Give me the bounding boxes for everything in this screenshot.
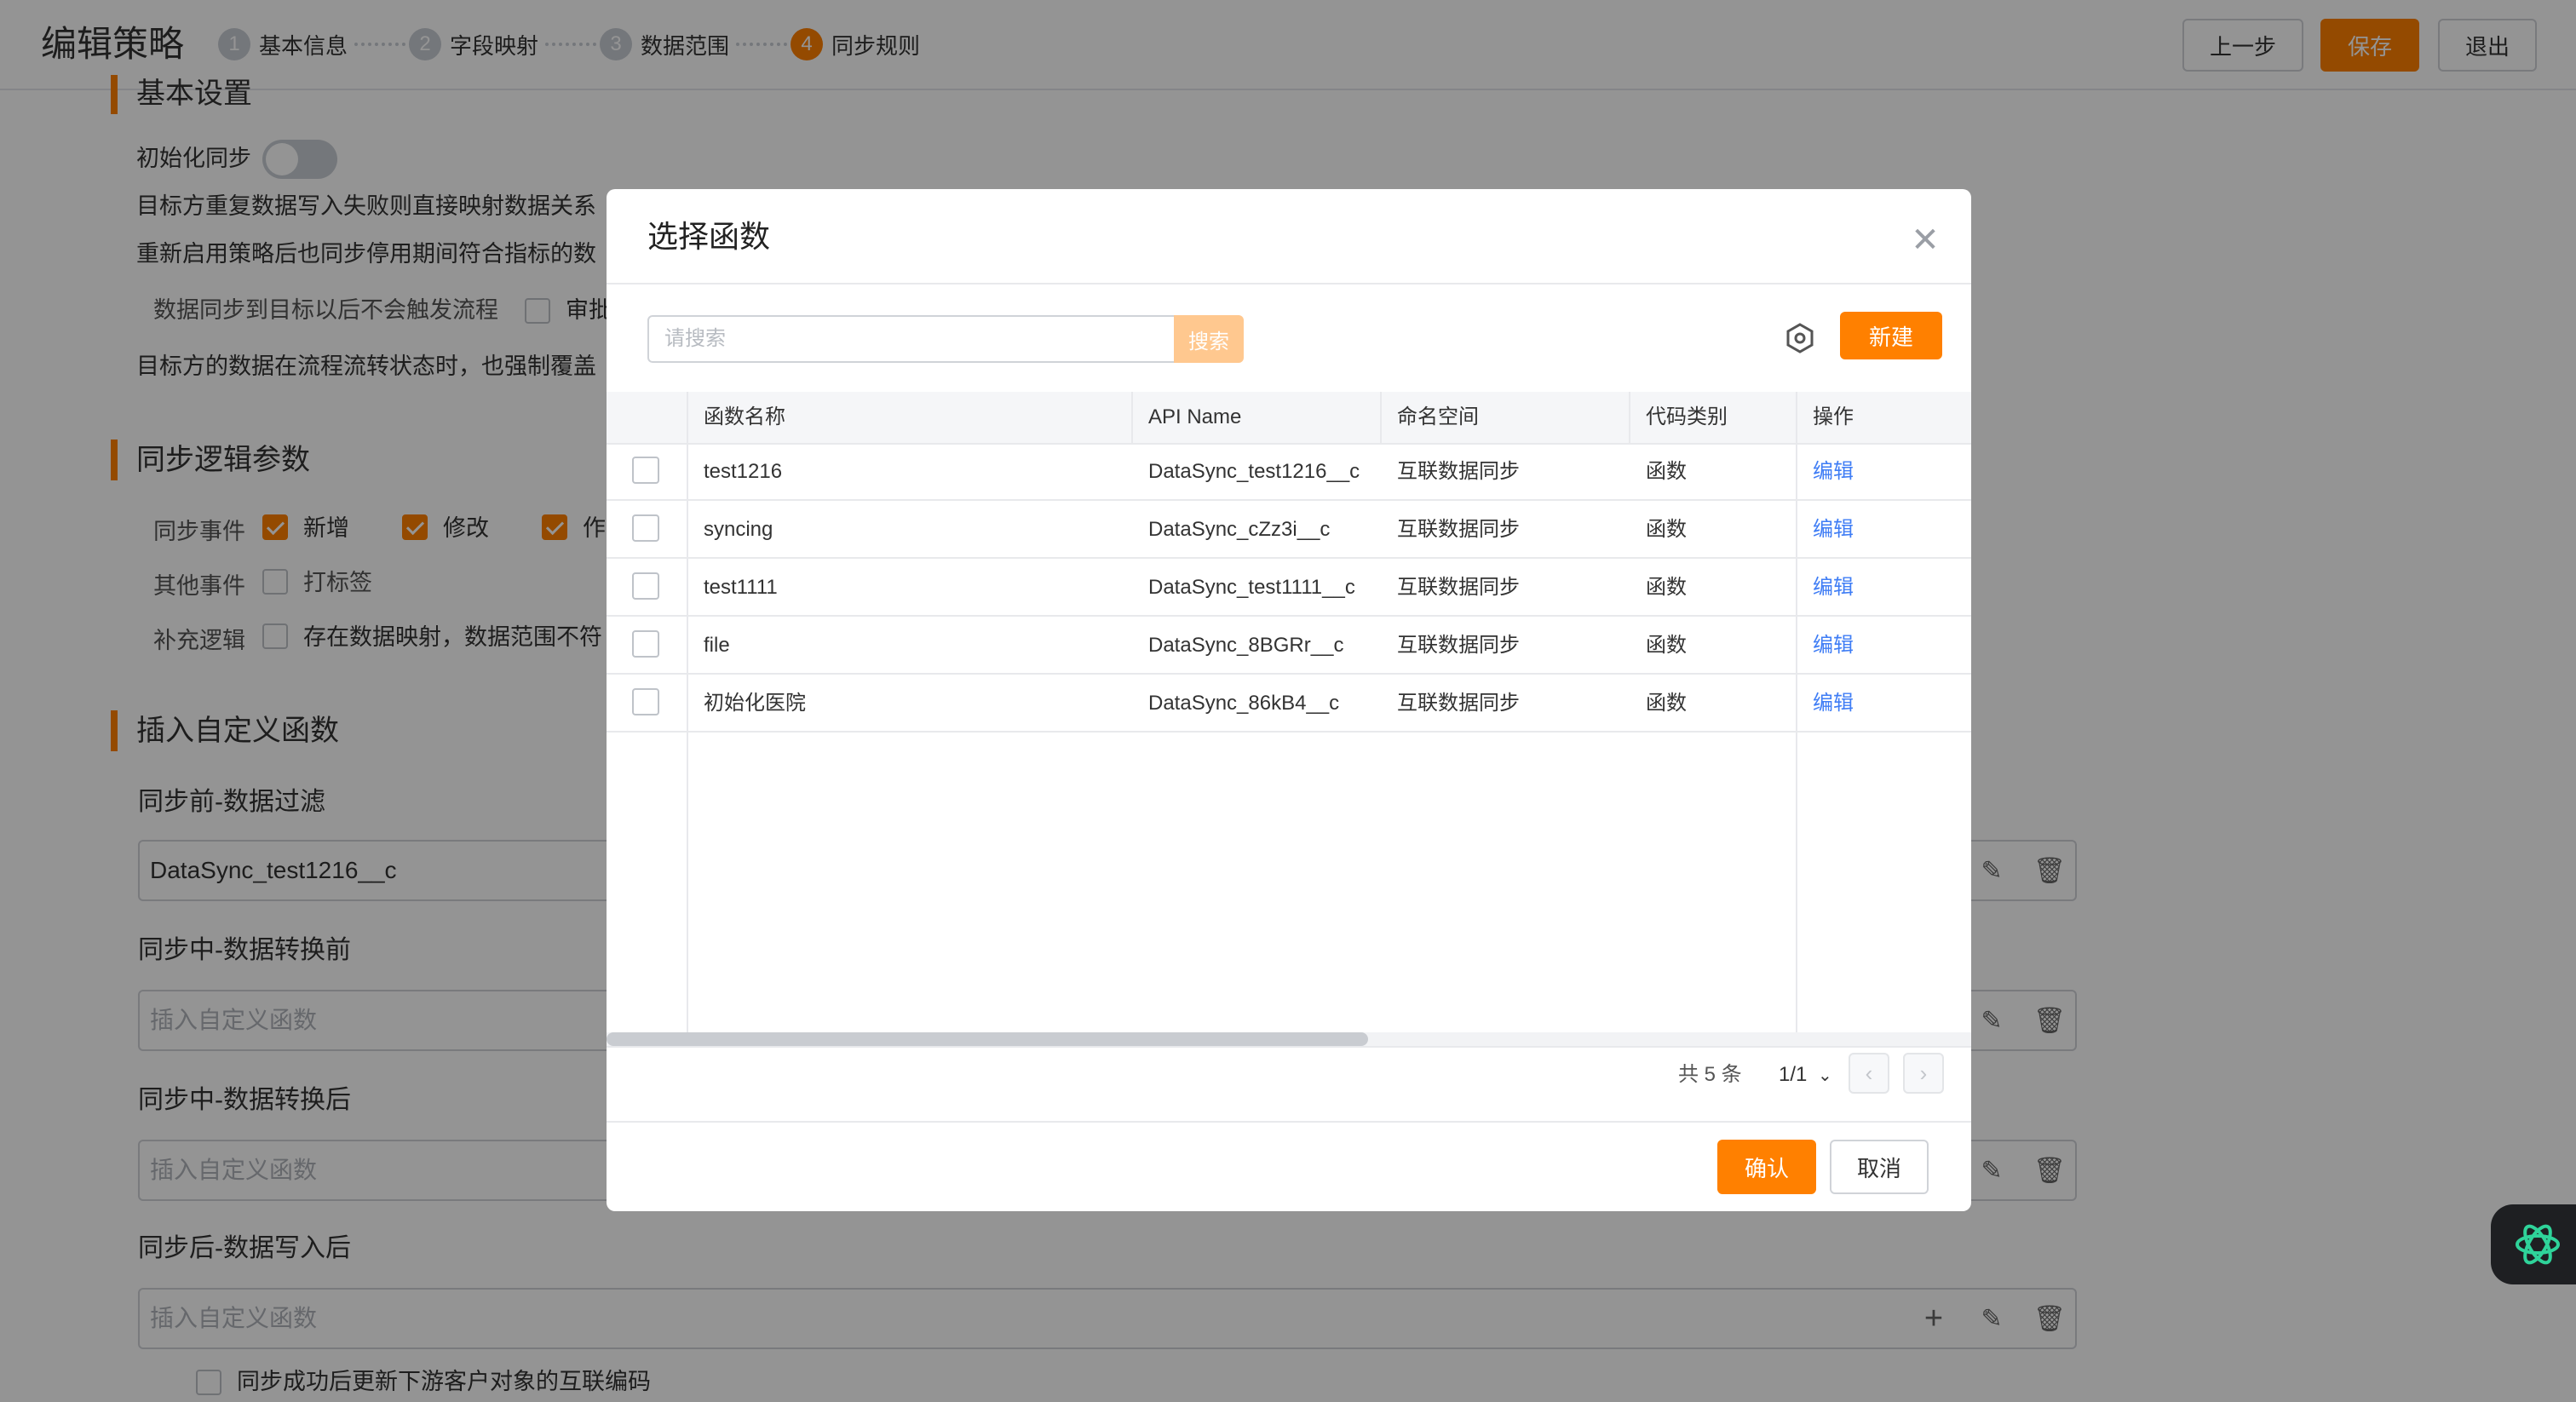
column-header-actions: 操作 [1813, 405, 1854, 428]
function-code-type: 函数 [1646, 634, 1687, 657]
row-checkbox[interactable] [632, 457, 659, 484]
function-code-type: 函数 [1646, 692, 1687, 715]
search-button[interactable]: 搜索 [1174, 315, 1244, 363]
next-page-button[interactable]: › [1903, 1053, 1944, 1094]
function-name: file [704, 634, 730, 657]
modal-title: 选择函数 [647, 219, 771, 254]
cancel-button[interactable]: 取消 [1830, 1140, 1929, 1194]
function-code-type: 函数 [1646, 576, 1687, 599]
modal-divider [607, 283, 1971, 284]
row-divider [607, 731, 1971, 733]
table-header [607, 392, 1971, 443]
row-checkbox[interactable] [632, 688, 659, 715]
column-divider [1380, 392, 1382, 443]
edit-link[interactable]: 编辑 [1813, 617, 1854, 675]
pagination-total: 共 5 条 [1678, 1063, 1742, 1086]
column-divider [1131, 392, 1133, 443]
settings-icon[interactable] [1780, 319, 1820, 358]
function-namespace: 互联数据同步 [1397, 634, 1520, 657]
row-checkbox[interactable] [632, 630, 659, 658]
function-api-name: DataSync_cZz3i__c [1148, 518, 1331, 541]
close-icon[interactable]: ✕ [1906, 221, 1944, 259]
new-function-button[interactable]: 新建 [1840, 312, 1942, 359]
pagination-page-text: 1/1 [1779, 1063, 1808, 1086]
ai-assistant-icon [2516, 1224, 2560, 1265]
function-namespace: 互联数据同步 [1397, 576, 1520, 599]
row-checkbox[interactable] [632, 572, 659, 600]
edit-link[interactable]: 编辑 [1813, 675, 1854, 733]
modal-footer-divider [607, 1121, 1971, 1123]
function-api-name: DataSync_test1216__c [1148, 460, 1360, 483]
search-field[interactable] [647, 315, 1176, 363]
column-header-name: 函数名称 [704, 405, 785, 428]
column-header-api-name: API Name [1148, 405, 1242, 428]
function-api-name: DataSync_8BGRr__c [1148, 634, 1344, 657]
function-namespace: 互联数据同步 [1397, 460, 1520, 483]
function-name: test1216 [704, 460, 783, 483]
ai-assistant-button[interactable] [2491, 1204, 2576, 1284]
column-divider [687, 392, 688, 1032]
function-name: 初始化医院 [704, 692, 806, 715]
pagination-page-select[interactable]: 1/1 ⌄ [1779, 1060, 1832, 1091]
function-api-name: DataSync_test1111__c [1148, 576, 1355, 599]
edit-link[interactable]: 编辑 [1813, 501, 1854, 559]
function-name: test1111 [704, 576, 778, 599]
column-divider [1796, 392, 1797, 1032]
edit-link[interactable]: 编辑 [1813, 443, 1854, 501]
edit-link[interactable]: 编辑 [1813, 559, 1854, 617]
function-api-name: DataSync_86kB4__c [1148, 692, 1340, 715]
confirm-button[interactable]: 确认 [1717, 1140, 1816, 1194]
column-divider [1629, 392, 1630, 443]
function-name: syncing [704, 518, 773, 541]
search-input[interactable] [649, 317, 1174, 361]
function-code-type: 函数 [1646, 518, 1687, 541]
function-code-type: 函数 [1646, 460, 1687, 483]
column-header-namespace: 命名空间 [1397, 405, 1479, 428]
row-checkbox[interactable] [632, 514, 659, 542]
prev-page-button[interactable]: ‹ [1849, 1053, 1889, 1094]
function-namespace: 互联数据同步 [1397, 518, 1520, 541]
scrollbar-thumb[interactable] [607, 1032, 1368, 1046]
function-namespace: 互联数据同步 [1397, 692, 1520, 715]
chevron-down-icon: ⌄ [1818, 1066, 1832, 1085]
table-bottom-divider [607, 1046, 1971, 1048]
column-header-code-type: 代码类别 [1646, 405, 1728, 428]
